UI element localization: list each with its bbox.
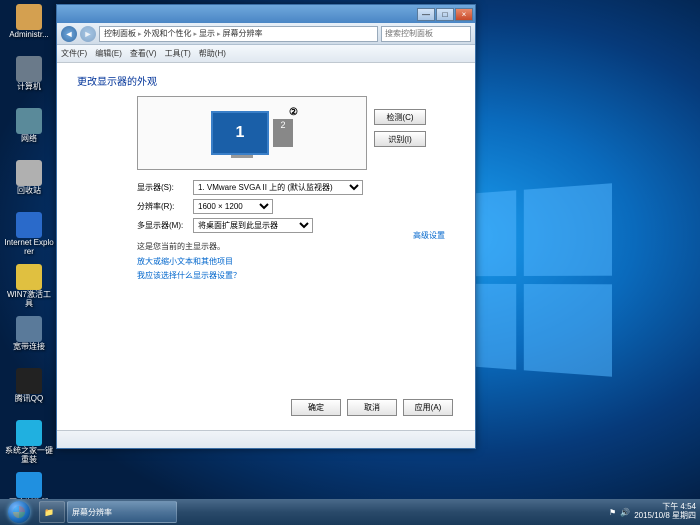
desktop-icon[interactable]: Internet Explorer	[4, 212, 54, 262]
forward-button[interactable]: ►	[80, 26, 96, 42]
monitor-2-icon[interactable]: 2	[273, 119, 293, 147]
dialog-buttons: 确定 取消 应用(A)	[291, 399, 453, 416]
ok-button[interactable]: 确定	[291, 399, 341, 416]
desktop-icon[interactable]: 宽带连接	[4, 316, 54, 366]
content-area: 更改显示器的外观 1 2 ② 检测(C) 识别(I) 显示器(S): 1. VM…	[57, 63, 475, 430]
desktop-icon[interactable]: Administr...	[4, 4, 54, 54]
multi-select[interactable]: 将桌面扩展到此显示器	[193, 218, 313, 233]
taskbar-item-window[interactable]: 屏幕分辨率	[67, 501, 177, 523]
desktop-icon[interactable]: 系统之家一键重装	[4, 420, 54, 470]
titlebar[interactable]: — □ ×	[57, 5, 475, 23]
start-orb-icon	[8, 501, 30, 523]
close-button[interactable]: ×	[455, 8, 473, 21]
menu-item[interactable]: 文件(F)	[61, 48, 87, 59]
breadcrumb-item[interactable]: 显示	[199, 28, 215, 39]
desktop-icon[interactable]: 网络	[4, 108, 54, 158]
advanced-settings-link[interactable]: 高级设置	[413, 230, 445, 241]
monitor-1-icon[interactable]: 1	[211, 111, 269, 155]
breadcrumb-item[interactable]: 控制面板	[104, 28, 136, 39]
display-select[interactable]: 1. VMware SVGA II 上的 (默认监视器)	[193, 180, 363, 195]
start-button[interactable]	[0, 499, 38, 525]
tray-volume-icon[interactable]: 🔊	[620, 508, 630, 517]
monitor-preview[interactable]: 1 2 ② 检测(C) 识别(I)	[137, 96, 367, 170]
menu-item[interactable]: 查看(V)	[130, 48, 157, 59]
breadcrumb[interactable]: 控制面板▸外观和个性化▸显示▸屏幕分辨率	[99, 26, 378, 42]
taskbar-pinned-explorer[interactable]: 📁	[39, 501, 65, 523]
cancel-button[interactable]: 取消	[347, 399, 397, 416]
resolution-label: 分辨率(R):	[137, 201, 193, 212]
resolution-select[interactable]: 1600 × 1200	[193, 199, 273, 214]
menu-item[interactable]: 帮助(H)	[199, 48, 226, 59]
minimize-button[interactable]: —	[417, 8, 435, 21]
text-size-link[interactable]: 放大或缩小文本和其他项目	[137, 256, 455, 267]
back-button[interactable]: ◄	[61, 26, 77, 42]
desktop-icon[interactable]: 回收站	[4, 160, 54, 210]
taskbar[interactable]: 📁 屏幕分辨率 ⚑ 🔊 下午 4:54 2015/10/8 星期四	[0, 499, 700, 525]
status-bar	[57, 430, 475, 448]
control-panel-window: — □ × ◄ ► 控制面板▸外观和个性化▸显示▸屏幕分辨率 文件(F) 编辑(E…	[56, 4, 476, 449]
multi-label: 多显示器(M):	[137, 220, 193, 231]
menu-item[interactable]: 编辑(E)	[95, 48, 122, 59]
page-title: 更改显示器的外观	[77, 73, 455, 88]
taskbar-clock[interactable]: 下午 4:54 2015/10/8 星期四	[634, 503, 696, 521]
desktop-icon[interactable]: 计算机	[4, 56, 54, 106]
main-display-note: 这是您当前的主显示器。	[137, 241, 455, 252]
address-bar: ◄ ► 控制面板▸外观和个性化▸显示▸屏幕分辨率	[57, 23, 475, 45]
maximize-button[interactable]: □	[436, 8, 454, 21]
detect-button[interactable]: 检测(C)	[374, 109, 426, 125]
display-label: 显示器(S):	[137, 182, 193, 193]
desktop-icons-column: Administr...计算机网络回收站Internet ExplorerWIN…	[4, 2, 54, 524]
identify-button[interactable]: 识别(I)	[374, 131, 426, 147]
which-settings-link[interactable]: 我应该选择什么显示器设置？	[137, 270, 455, 281]
search-input[interactable]	[381, 26, 471, 42]
breadcrumb-item[interactable]: 屏幕分辨率	[223, 28, 263, 39]
breadcrumb-item[interactable]: 外观和个性化	[144, 28, 192, 39]
apply-button[interactable]: 应用(A)	[403, 399, 453, 416]
monitor-2-label: ②	[289, 107, 298, 118]
resolution-row: 分辨率(R): 1600 × 1200	[137, 199, 455, 214]
menu-bar: 文件(F) 编辑(E) 查看(V) 工具(T) 帮助(H)	[57, 45, 475, 63]
desktop-icon[interactable]: 腾讯QQ	[4, 368, 54, 418]
display-row: 显示器(S): 1. VMware SVGA II 上的 (默认监视器)	[137, 180, 455, 195]
menu-item[interactable]: 工具(T)	[165, 48, 191, 59]
multi-row: 多显示器(M): 将桌面扩展到此显示器	[137, 218, 455, 233]
desktop-icon[interactable]: WIN7激活工具	[4, 264, 54, 314]
system-tray[interactable]: ⚑ 🔊 下午 4:54 2015/10/8 星期四	[605, 503, 700, 521]
tray-flag-icon[interactable]: ⚑	[609, 508, 616, 517]
